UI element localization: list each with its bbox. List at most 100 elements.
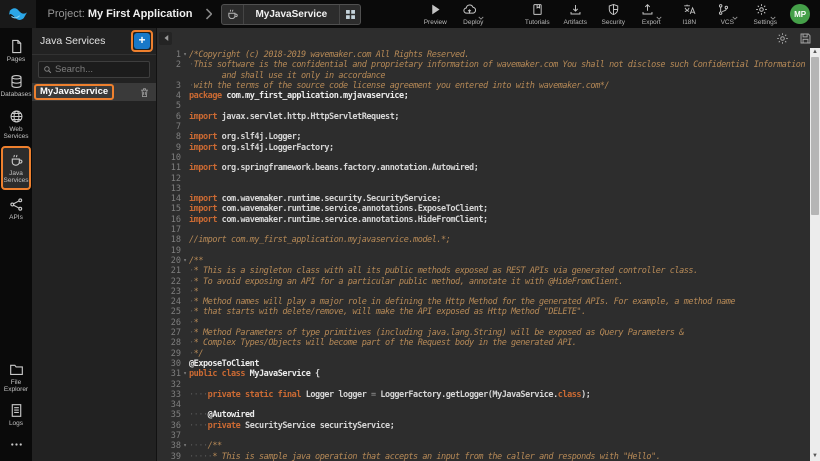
editor-settings-button[interactable]: [776, 32, 789, 45]
code-line[interactable]: 33····private static final Logger logger…: [157, 390, 820, 400]
code-line[interactable]: 14import com.wavemaker.runtime.security.…: [157, 194, 820, 204]
sidebar-item-file-explorer[interactable]: File Explorer: [1, 357, 31, 397]
code-line[interactable]: 9import org.slf4j.LoggerFactory;: [157, 143, 820, 153]
code-line[interactable]: 8import org.slf4j.Logger;: [157, 132, 820, 142]
sidebar-item-more[interactable]: [1, 432, 31, 456]
code-line[interactable]: 29·*/: [157, 349, 820, 359]
code-editor[interactable]: 1▾/*Copyright (c) 2018-2019 wavemaker.co…: [157, 48, 820, 461]
breadcrumb-chevron-icon: [205, 8, 213, 20]
vertical-scrollbar[interactable]: ▲ ▼: [810, 48, 820, 461]
code-line[interactable]: 32: [157, 380, 820, 390]
code-line-text: ·* Method Parameters of type primitives …: [189, 328, 820, 338]
code-line[interactable]: 24·* Method names will play a major role…: [157, 297, 820, 307]
grid-icon[interactable]: [340, 5, 360, 24]
line-number: 2: [157, 60, 181, 70]
fold-marker: [181, 215, 189, 225]
line-number: 15: [157, 204, 181, 214]
code-line[interactable]: 1▾/*Copyright (c) 2018-2019 wavemaker.co…: [157, 50, 820, 60]
code-line[interactable]: 5: [157, 101, 820, 111]
code-line-text: ·* Method names will play a major role i…: [189, 297, 820, 307]
sidebar-item-web-services[interactable]: Web Services: [1, 104, 31, 144]
code-line[interactable]: 3·with the terms of the source code lice…: [157, 81, 820, 91]
code-line[interactable]: 39·····* This is sample java operation t…: [157, 452, 820, 461]
fold-marker: [181, 163, 189, 173]
code-line[interactable]: 37: [157, 431, 820, 441]
file-tab-myjavaservice[interactable]: MyJavaService: [221, 4, 361, 25]
code-line[interactable]: 18//import com.my_first_application.myja…: [157, 235, 820, 245]
sidebar-item-apis[interactable]: APIs: [1, 192, 31, 225]
user-avatar[interactable]: MP: [790, 4, 810, 24]
code-line[interactable]: 22·* To avoid exposing an API for a part…: [157, 277, 820, 287]
collapse-panel-button[interactable]: [159, 32, 172, 45]
code-line[interactable]: 31▾public class MyJavaService {: [157, 369, 820, 379]
sidebar-item-label: File Explorer: [1, 379, 31, 393]
line-number: 10: [157, 153, 181, 163]
code-line[interactable]: and shall use it only in accordance: [157, 71, 820, 81]
sidebar-item-pages[interactable]: Pages: [1, 34, 31, 67]
code-line[interactable]: 7: [157, 122, 820, 132]
fold-marker[interactable]: ▾: [181, 369, 189, 379]
topbar-action-artifacts[interactable]: Artifacts: [562, 3, 588, 26]
fold-marker: [181, 153, 189, 163]
code-line[interactable]: 12: [157, 174, 820, 184]
code-line[interactable]: 2·This software is the confidential and …: [157, 60, 820, 70]
panel-header: Java Services +: [32, 28, 156, 55]
topbar-action-vcs[interactable]: VCS: [714, 3, 740, 26]
code-line[interactable]: 15import com.wavemaker.runtime.service.a…: [157, 204, 820, 214]
sidebar-item-java-services[interactable]: Java Services: [1, 146, 31, 190]
line-number: 14: [157, 194, 181, 204]
code-line[interactable]: 20▾/**: [157, 256, 820, 266]
code-line-text: /*Copyright (c) 2018-2019 wavemaker.com …: [189, 50, 820, 60]
code-line[interactable]: 30@ExposeToClient: [157, 359, 820, 369]
sidebar-item-label: Pages: [7, 56, 25, 63]
code-line[interactable]: 34: [157, 400, 820, 410]
line-number: 23: [157, 287, 181, 297]
topbar-action-i18n[interactable]: I18N: [676, 3, 702, 26]
topbar-action-tutorials[interactable]: Tutorials: [524, 3, 550, 26]
code-line-text: [189, 246, 820, 256]
service-list-item[interactable]: MyJavaService: [32, 83, 156, 101]
code-line[interactable]: 11import org.springframework.beans.facto…: [157, 163, 820, 173]
i18n-icon: [683, 3, 696, 16]
search-input[interactable]: [55, 64, 145, 75]
scroll-down-arrow[interactable]: ▼: [810, 452, 820, 461]
fold-marker: [181, 235, 189, 245]
sidebar-item-logs[interactable]: Logs: [1, 398, 31, 431]
code-line[interactable]: 26·*: [157, 318, 820, 328]
code-line[interactable]: 16import com.wavemaker.runtime.service.a…: [157, 215, 820, 225]
fold-marker[interactable]: ▾: [181, 441, 189, 451]
code-line[interactable]: 28·* Complex Types/Objects will become p…: [157, 338, 820, 348]
wavemaker-logo[interactable]: [0, 0, 36, 28]
code-line[interactable]: 10: [157, 153, 820, 163]
sidebar-item-databases[interactable]: Databases: [1, 69, 31, 102]
code-line-text: [189, 122, 820, 132]
scroll-up-arrow[interactable]: ▲: [810, 48, 820, 57]
line-number: 5: [157, 101, 181, 111]
topbar-action-export[interactable]: Export: [638, 3, 664, 26]
code-line[interactable]: 17: [157, 225, 820, 235]
fold-marker[interactable]: ▾: [181, 256, 189, 266]
topbar-action-deploy[interactable]: Deploy: [460, 3, 486, 26]
scrollbar-thumb[interactable]: [811, 57, 819, 215]
code-line[interactable]: 35····@Autowired: [157, 410, 820, 420]
topbar-action-settings[interactable]: Settings: [752, 3, 778, 26]
code-line[interactable]: 13: [157, 184, 820, 194]
code-line[interactable]: 36····private SecurityService securitySe…: [157, 421, 820, 431]
delete-service-button[interactable]: [139, 87, 150, 98]
save-button[interactable]: [799, 32, 812, 45]
topbar-left-actions: Preview Deploy Tutorials: [416, 3, 556, 26]
topbar-action-label: Security: [602, 19, 625, 26]
code-line[interactable]: 23·*: [157, 287, 820, 297]
code-line[interactable]: 38▾····/**: [157, 441, 820, 451]
code-line[interactable]: 21·* This is a singleton class with all …: [157, 266, 820, 276]
code-line[interactable]: 19: [157, 246, 820, 256]
code-line[interactable]: 4package com.my_first_application.myjava…: [157, 91, 820, 101]
fold-marker[interactable]: ▾: [181, 50, 189, 60]
code-line[interactable]: 25·* that starts with delete/remove, wil…: [157, 307, 820, 317]
add-service-button[interactable]: +: [134, 33, 150, 49]
code-line[interactable]: 6import javax.servlet.http.HttpServletRe…: [157, 112, 820, 122]
fold-marker: [181, 204, 189, 214]
topbar-action-security[interactable]: Security: [600, 3, 626, 26]
topbar-action-preview[interactable]: Preview: [422, 3, 448, 26]
code-line[interactable]: 27·* Method Parameters of type primitive…: [157, 328, 820, 338]
